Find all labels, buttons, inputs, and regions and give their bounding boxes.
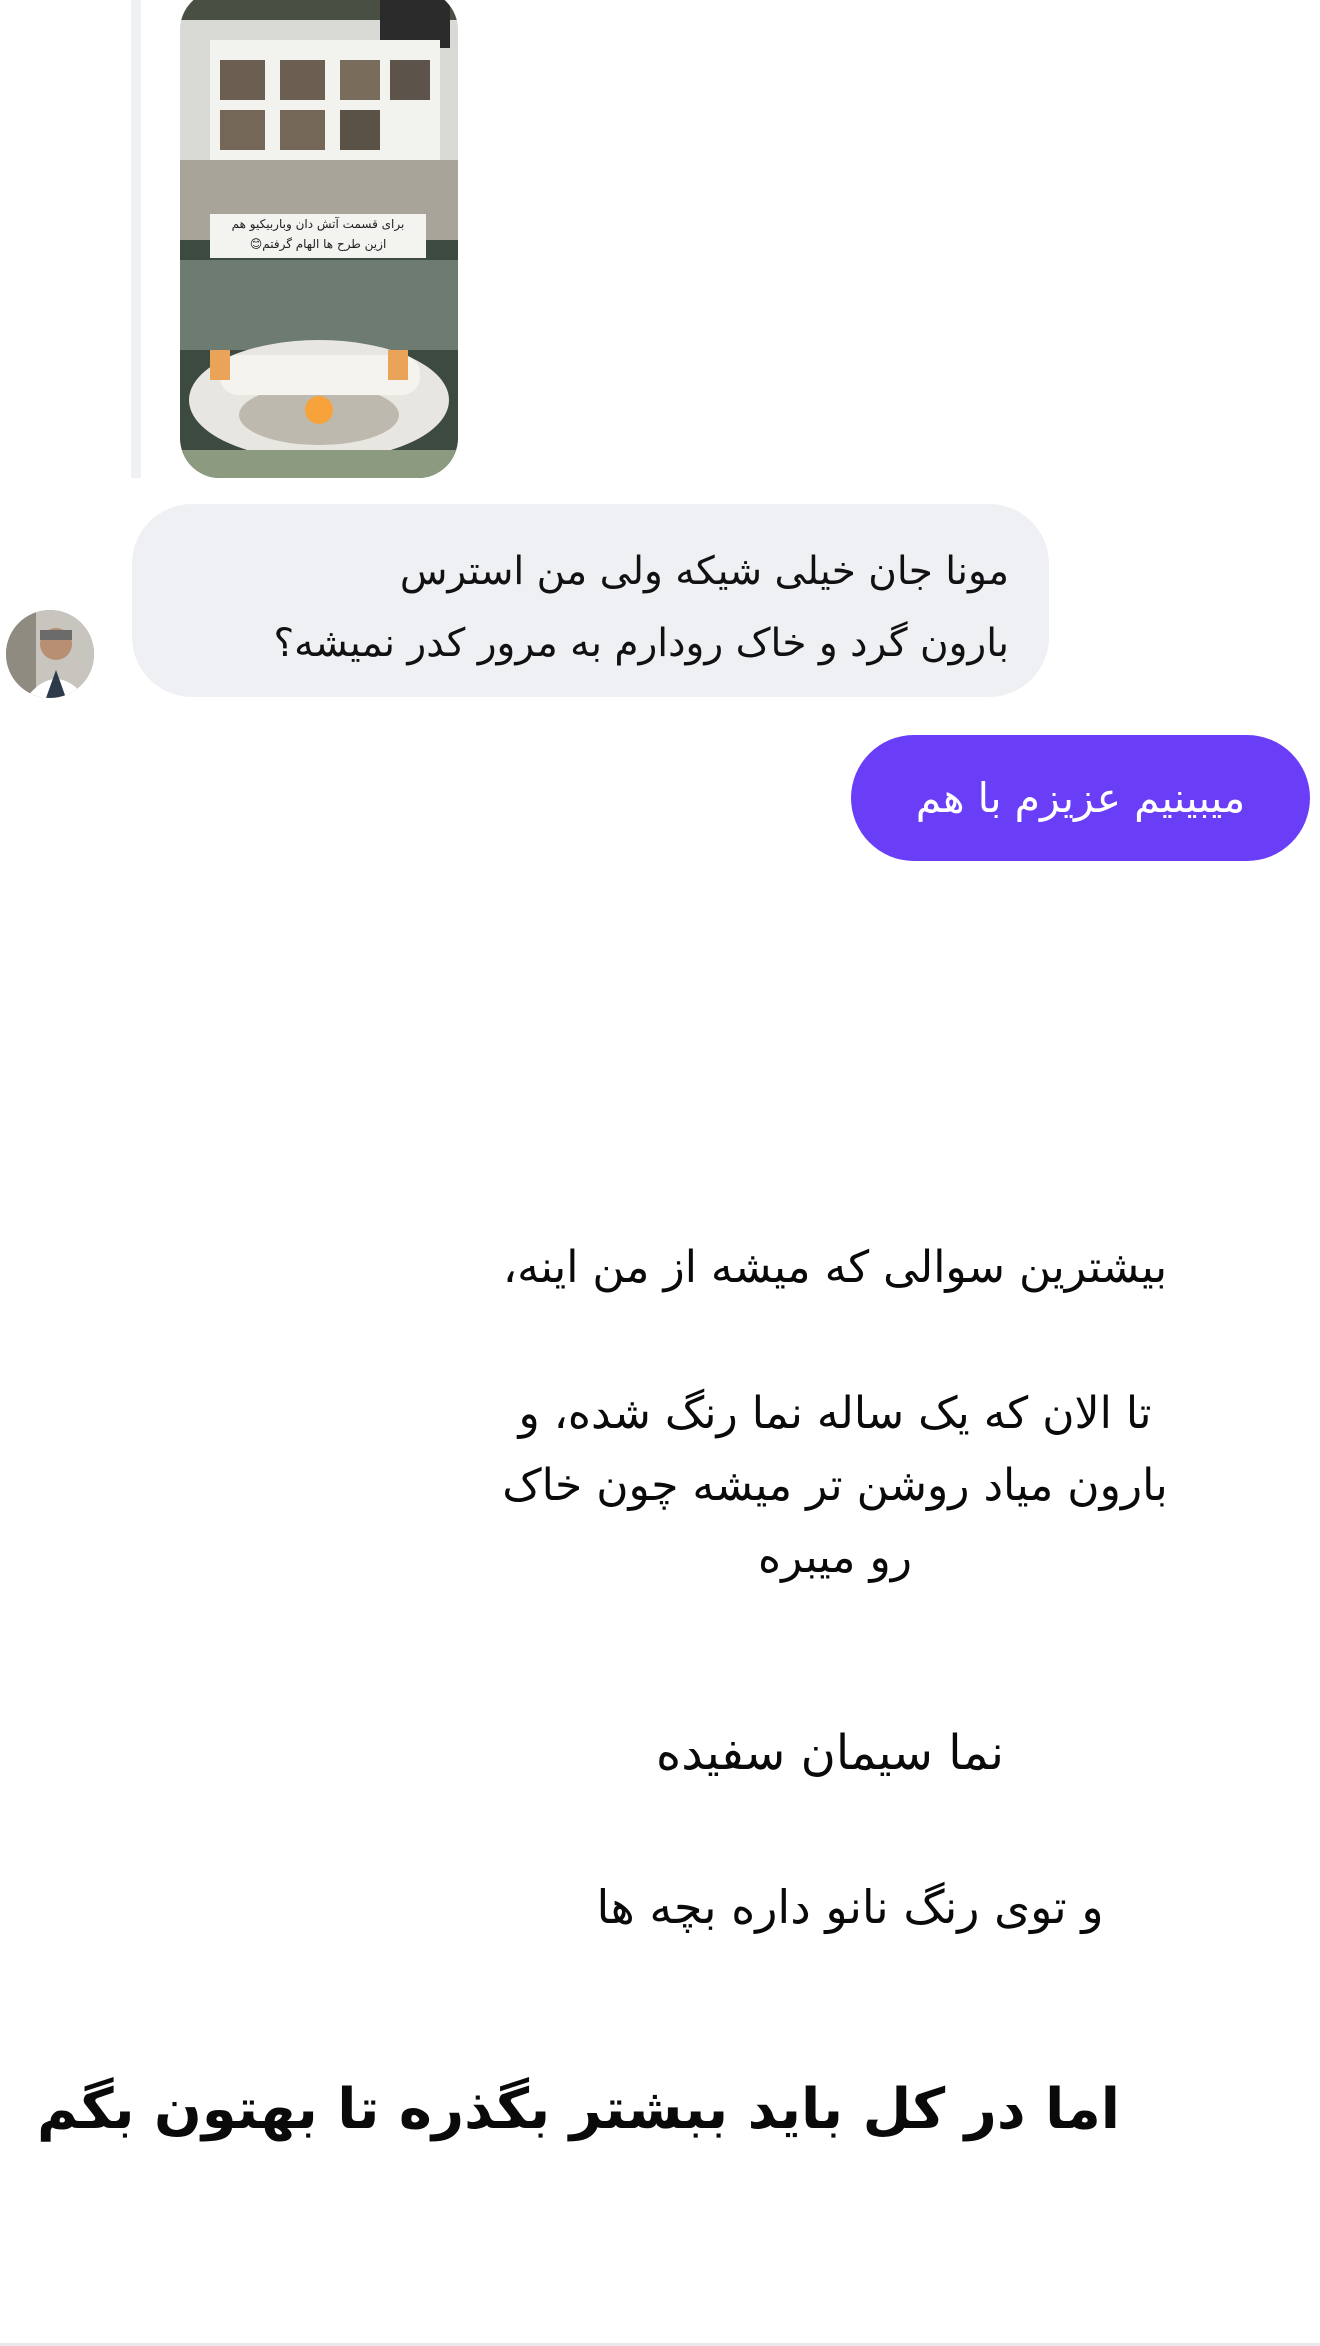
avatar-photo: [6, 610, 94, 698]
avatar[interactable]: [6, 610, 94, 698]
story-text-line: نما سیمان سفیده: [656, 1725, 1004, 1781]
message-text-line: مونا جان خیلی شیکه ولی من استرس: [399, 549, 1009, 594]
story-text-line: تا الان که یک ساله نما رنگ شده، و: [518, 1388, 1152, 1439]
message-text: میبینیم عزیزم با هم: [915, 774, 1246, 822]
image-caption: برای قسمت آتش دان وباربیکیو هم ازین طرح …: [210, 214, 426, 258]
received-message-bubble[interactable]: مونا جان خیلی شیکه ولی من استرس بارون گر…: [132, 504, 1049, 697]
shared-story-image[interactable]: برای قسمت آتش دان وباربیکیو هم ازین طرح …: [180, 0, 458, 478]
story-text-line: اما در کل باید ببشتر بگذره تا بهتون بگم: [37, 2077, 1120, 2142]
story-text-line: بیشترین سوالی که میشه از من اینه،: [502, 1242, 1168, 1293]
story-text-line: بارون میاد روشن تر میشه چون خاک: [502, 1460, 1168, 1511]
reply-thread-bar: [131, 0, 141, 478]
message-text-line: بارون گرد و خاک رودارم به مرور کدر نمیشه…: [273, 621, 1009, 666]
story-text-block: تا الان که یک ساله نما رنگ شده، و بارون …: [440, 1378, 1230, 1594]
story-text-line: رو میبره: [758, 1532, 912, 1583]
image-caption-line: ازین طرح ها الهام گرفتم😊: [249, 237, 387, 251]
sent-message-bubble[interactable]: میبینیم عزیزم با هم: [851, 735, 1310, 861]
image-caption-line: برای قسمت آتش دان وباربیکیو هم: [231, 217, 405, 231]
story-text-line: و توی رنگ نانو داره بچه ها: [596, 1880, 1104, 1934]
